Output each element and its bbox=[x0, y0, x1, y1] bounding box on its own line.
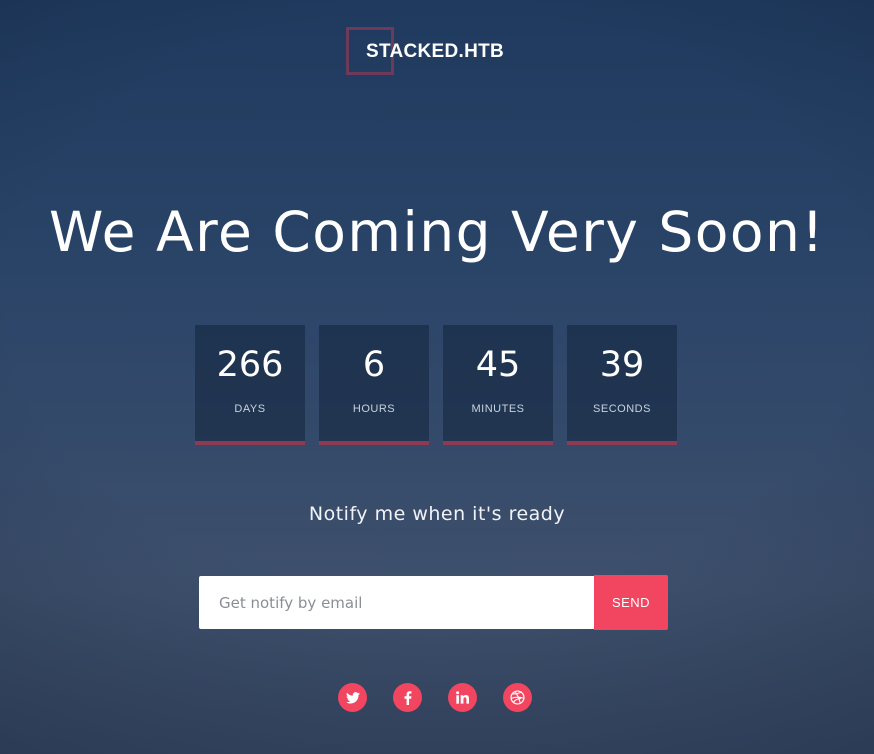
countdown-seconds-value: 39 bbox=[599, 345, 645, 385]
page-title: We Are Coming Very Soon! bbox=[49, 200, 825, 264]
dribbble-icon bbox=[510, 690, 525, 705]
countdown-hours-value: 6 bbox=[362, 345, 386, 385]
dribbble-link[interactable] bbox=[503, 683, 532, 712]
send-button[interactable]: SEND bbox=[594, 575, 668, 630]
countdown-days: 266 DAYS bbox=[195, 325, 305, 445]
brand-name: STACKED.HTB bbox=[366, 41, 505, 62]
countdown-days-value: 266 bbox=[216, 345, 284, 385]
email-input[interactable] bbox=[199, 576, 594, 629]
facebook-link[interactable] bbox=[393, 683, 422, 712]
countdown-minutes-value: 45 bbox=[475, 345, 521, 385]
twitter-link[interactable] bbox=[338, 683, 367, 712]
linkedin-link[interactable] bbox=[448, 683, 477, 712]
countdown-hours: 6 HOURS bbox=[319, 325, 429, 445]
countdown-timer: 266 DAYS 6 HOURS 45 MINUTES 39 SECONDS bbox=[195, 325, 677, 445]
linkedin-icon bbox=[456, 691, 469, 704]
countdown-seconds: 39 SECONDS bbox=[567, 325, 677, 445]
brand-logo[interactable]: STACKED.HTB bbox=[0, 26, 874, 80]
twitter-icon bbox=[345, 691, 360, 704]
social-links bbox=[338, 683, 532, 712]
countdown-days-label: DAYS bbox=[234, 403, 266, 415]
countdown-seconds-label: SECONDS bbox=[593, 403, 651, 415]
countdown-minutes: 45 MINUTES bbox=[443, 325, 553, 445]
notify-heading: Notify me when it's ready bbox=[308, 503, 566, 525]
countdown-hours-label: HOURS bbox=[352, 403, 396, 415]
countdown-minutes-label: MINUTES bbox=[471, 403, 525, 415]
notify-form: SEND bbox=[199, 575, 668, 630]
facebook-icon bbox=[404, 690, 411, 705]
